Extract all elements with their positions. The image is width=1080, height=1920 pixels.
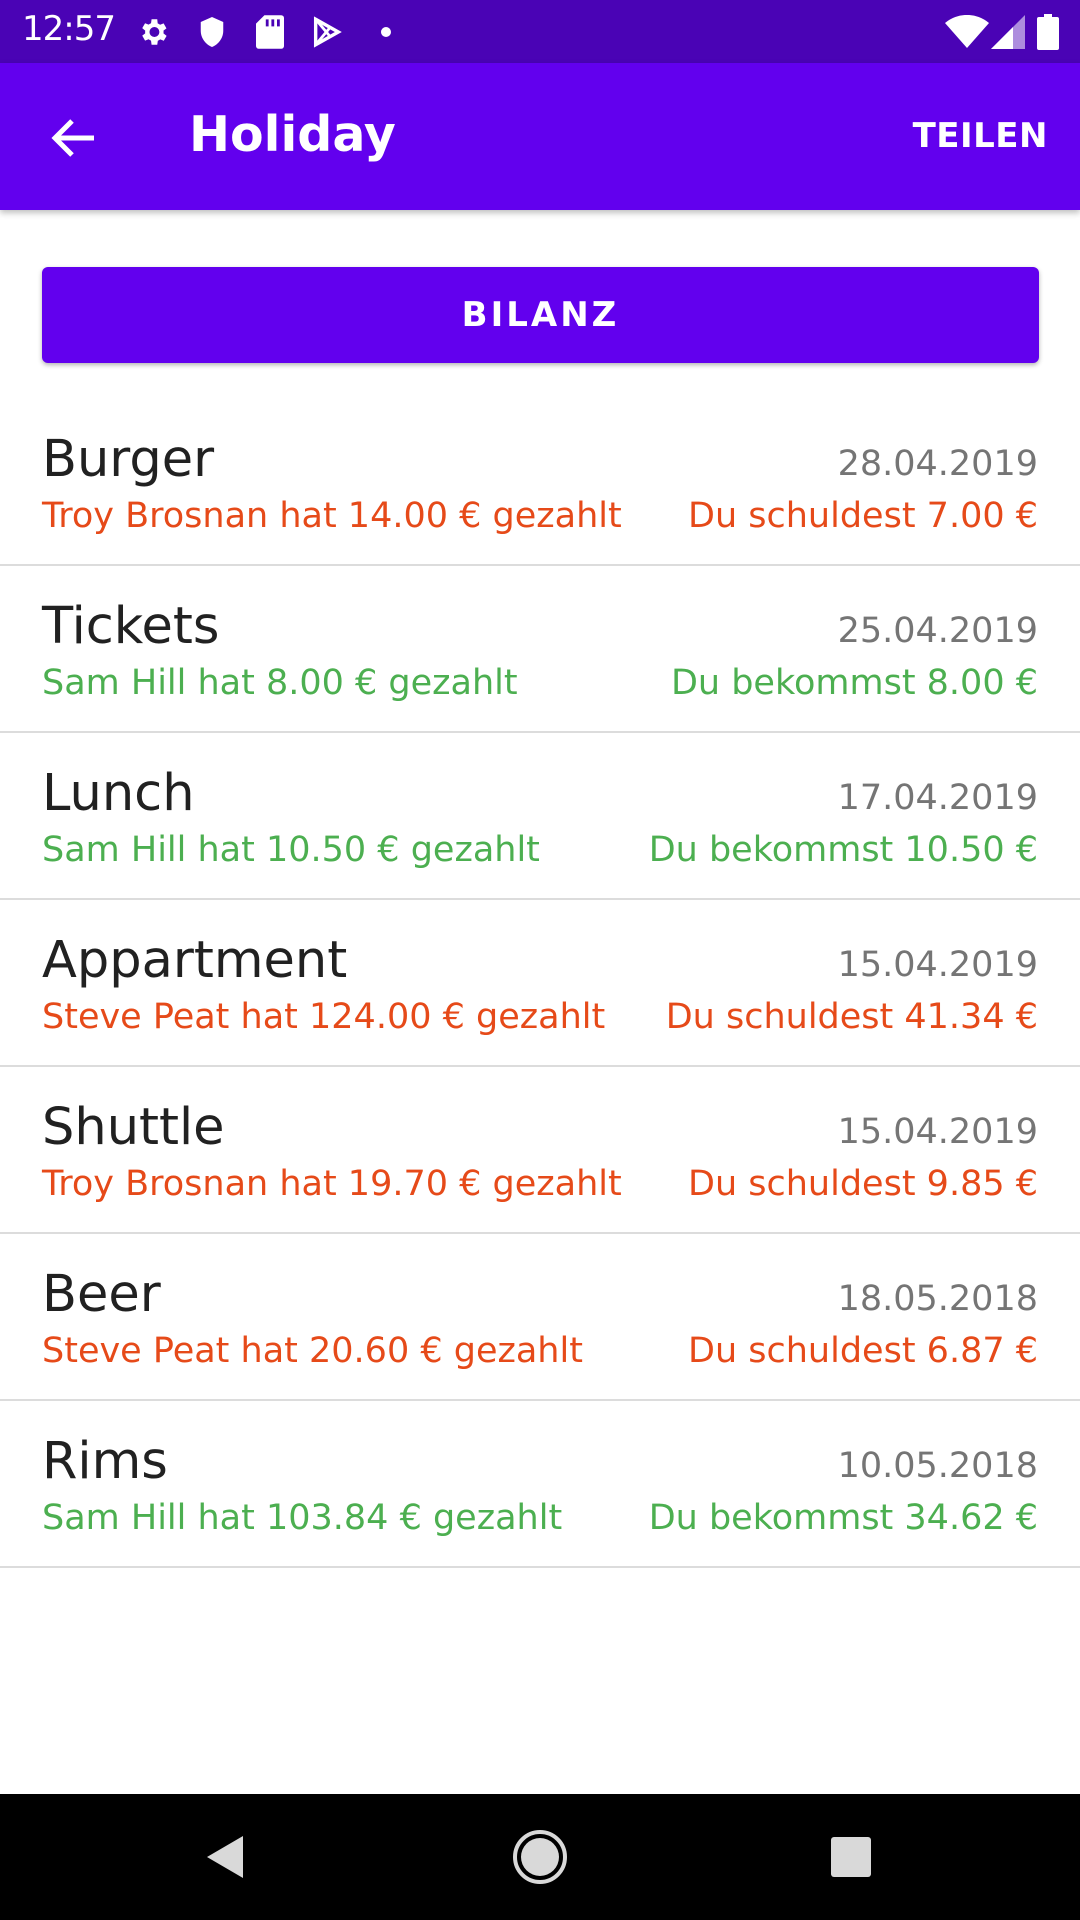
expense-row-beer[interactable]: Beer 18.05.2018 Steve Peat hat 20.60 € g… xyxy=(0,1234,1080,1401)
expense-date: 15.04.2019 xyxy=(837,945,1038,985)
expense-paid-by: Troy Brosnan hat 14.00 € gezahlt xyxy=(42,496,622,536)
play-store-icon xyxy=(307,12,347,52)
wifi-icon xyxy=(943,12,991,52)
page-title: Holiday xyxy=(189,106,396,163)
back-triangle-icon[interactable] xyxy=(193,1824,259,1890)
expense-share: Du bekommst 10.50 € xyxy=(648,830,1038,870)
expense-date: 10.05.2018 xyxy=(837,1446,1038,1486)
back-arrow-icon[interactable] xyxy=(38,108,108,168)
expense-share: Du schuldest 7.00 € xyxy=(688,496,1038,536)
expense-row-appartment[interactable]: Appartment 15.04.2019 Steve Peat hat 124… xyxy=(0,900,1080,1067)
expense-date: 28.04.2019 xyxy=(837,444,1038,484)
expense-share: Du schuldest 6.87 € xyxy=(688,1331,1038,1371)
expense-title: Rims xyxy=(42,1432,168,1491)
expense-paid-by: Sam Hill hat 10.50 € gezahlt xyxy=(42,830,540,870)
balance-button[interactable]: BILANZ xyxy=(42,267,1039,363)
share-button[interactable]: TEILEN xyxy=(913,116,1048,156)
expense-list: Burger 28.04.2019 Troy Brosnan hat 14.00… xyxy=(0,399,1080,1568)
expense-paid-by: Steve Peat hat 20.60 € gezahlt xyxy=(42,1331,583,1371)
expense-title: Appartment xyxy=(42,931,348,990)
expense-row-burger[interactable]: Burger 28.04.2019 Troy Brosnan hat 14.00… xyxy=(0,399,1080,566)
app-bar: Holiday TEILEN xyxy=(0,63,1080,210)
expense-row-tickets[interactable]: Tickets 25.04.2019 Sam Hill hat 8.00 € g… xyxy=(0,566,1080,733)
recents-square-icon[interactable] xyxy=(818,1824,884,1890)
expense-date: 15.04.2019 xyxy=(837,1112,1038,1152)
home-circle-icon[interactable] xyxy=(507,1824,573,1890)
battery-icon xyxy=(1030,12,1066,52)
expense-title: Tickets xyxy=(42,597,220,656)
expense-title: Shuttle xyxy=(42,1098,225,1157)
expense-share: Du schuldest 9.85 € xyxy=(688,1164,1038,1204)
signal-icon xyxy=(988,12,1028,52)
expense-share: Du schuldest 41.34 € xyxy=(665,997,1038,1037)
expense-paid-by: Steve Peat hat 124.00 € gezahlt xyxy=(42,997,606,1037)
expense-row-shuttle[interactable]: Shuttle 15.04.2019 Troy Brosnan hat 19.7… xyxy=(0,1067,1080,1234)
expense-date: 25.04.2019 xyxy=(837,611,1038,651)
expense-row-lunch[interactable]: Lunch 17.04.2019 Sam Hill hat 10.50 € ge… xyxy=(0,733,1080,900)
expense-date: 17.04.2019 xyxy=(837,778,1038,818)
expense-date: 18.05.2018 xyxy=(837,1279,1038,1319)
sd-card-icon xyxy=(250,12,290,52)
dot-icon xyxy=(366,12,406,52)
expense-share: Du bekommst 8.00 € xyxy=(670,663,1038,703)
shield-icon xyxy=(192,12,232,52)
expense-row-rims[interactable]: Rims 10.05.2018 Sam Hill hat 103.84 € ge… xyxy=(0,1401,1080,1568)
expense-title: Beer xyxy=(42,1265,161,1324)
system-nav-bar xyxy=(0,1794,1080,1920)
expense-title: Lunch xyxy=(42,764,195,823)
status-time: 12:57 xyxy=(22,9,116,49)
expense-paid-by: Sam Hill hat 8.00 € gezahlt xyxy=(42,663,518,703)
expense-title: Burger xyxy=(42,430,215,489)
status-bar: 12:57 xyxy=(0,0,1080,63)
expense-share: Du bekommst 34.62 € xyxy=(648,1498,1038,1538)
expense-paid-by: Sam Hill hat 103.84 € gezahlt xyxy=(42,1498,563,1538)
expense-paid-by: Troy Brosnan hat 19.70 € gezahlt xyxy=(42,1164,622,1204)
gear-icon xyxy=(133,12,173,52)
